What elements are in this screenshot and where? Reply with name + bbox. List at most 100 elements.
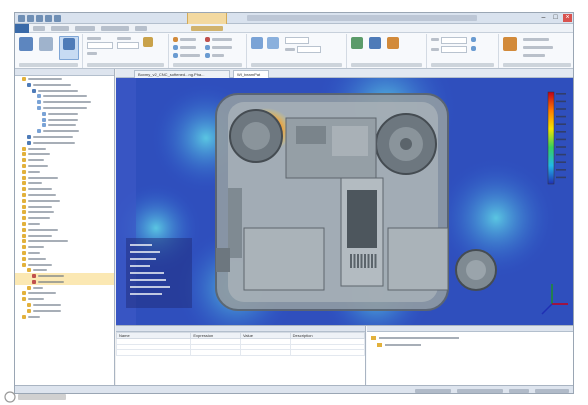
tree-item-icon [27, 308, 31, 313]
window-controls: – □ × [539, 14, 572, 22]
folder-icon [371, 336, 376, 340]
tree-item-icon [27, 134, 31, 139]
animate-icon[interactable] [143, 37, 153, 47]
option-icon[interactable] [173, 53, 178, 58]
tree-item[interactable] [15, 314, 114, 320]
option-icon[interactable] [205, 37, 210, 42]
tree-item-icon [22, 163, 26, 168]
document-tabs: Boxmy_v2_CNC_softened...ng.Pha... WI_bea… [116, 69, 573, 78]
group-label [173, 63, 242, 67]
dropdown-2[interactable] [117, 42, 139, 49]
tab-plot[interactable] [191, 26, 223, 31]
tool-icon[interactable] [503, 37, 517, 51]
option-icon[interactable] [173, 45, 178, 50]
tree-item-label [28, 292, 56, 295]
tree-item-label [28, 240, 68, 243]
tree-item-icon [22, 250, 26, 255]
table-row[interactable] [115, 349, 366, 356]
result-tools-context-tab[interactable] [187, 13, 227, 24]
progress-panel [367, 326, 573, 386]
tree-item-icon [42, 111, 46, 116]
tab-home[interactable] [33, 26, 45, 31]
tree-item-icon [22, 262, 26, 267]
maximize-icon[interactable]: □ [551, 14, 560, 22]
undo-icon[interactable] [36, 15, 43, 22]
tree-item-label [48, 118, 78, 121]
cutting-plane-icon[interactable] [267, 37, 279, 49]
tree-item-label [28, 170, 40, 173]
tree-item-icon [22, 192, 26, 197]
tree-item-icon [22, 146, 26, 151]
sectional-view-group [247, 34, 347, 68]
tab-4[interactable] [101, 26, 129, 31]
tree-item-label [33, 83, 71, 86]
plane-position-field[interactable] [297, 46, 321, 53]
tree-item-icon [22, 158, 26, 163]
tree-item-label [28, 246, 44, 249]
watermark [4, 391, 66, 403]
group-label [251, 63, 342, 67]
field-plot [116, 78, 573, 325]
field-on-plane-icon[interactable] [251, 37, 263, 49]
group-label [87, 63, 164, 67]
tree-item-icon [22, 297, 26, 302]
tree-item-icon [27, 285, 31, 290]
results-icon[interactable] [39, 37, 53, 51]
window-title [247, 15, 477, 21]
tree-item-icon [37, 129, 41, 134]
3d-viewport[interactable] [116, 78, 573, 325]
option-icon[interactable] [173, 37, 178, 42]
app-logo-icon [18, 15, 25, 22]
tree-item-icon [32, 274, 36, 279]
dropdown-1[interactable] [87, 42, 113, 49]
tree-item-label [28, 153, 50, 156]
tree-item-icon [32, 279, 36, 284]
tree-item-label [28, 159, 44, 162]
tree-item-label [28, 78, 62, 80]
tree-item-label [33, 304, 61, 307]
tab-5[interactable] [135, 26, 147, 31]
group-label [351, 63, 422, 67]
quick-access-toolbar [18, 15, 61, 22]
option-icon[interactable] [205, 45, 210, 50]
max-field[interactable] [441, 37, 467, 44]
tree-item-label [28, 176, 58, 179]
tree-item-label [28, 315, 40, 318]
file-tab[interactable] [15, 24, 29, 33]
special-scaling-icon[interactable] [387, 37, 399, 49]
tree-item-icon [32, 88, 36, 93]
plane-dropdown[interactable] [285, 37, 309, 44]
redo-icon[interactable] [45, 15, 52, 22]
min-field[interactable] [441, 46, 467, 53]
tree-item-label [28, 257, 46, 260]
document-tab-model[interactable]: Boxmy_v2_CNC_softened...ng.Pha... [134, 70, 230, 78]
document-tab-beam-pattern[interactable]: WI_beamPat [233, 70, 269, 78]
tree-item-label [48, 124, 76, 127]
tree-item-icon [22, 77, 26, 81]
tree-item-label [28, 147, 46, 150]
tree-item-icon [22, 187, 26, 192]
tab-2[interactable] [51, 26, 69, 31]
properties-icon[interactable] [19, 37, 33, 51]
tree-item-label [28, 298, 44, 301]
open-icon[interactable] [54, 15, 61, 22]
close-icon[interactable]: × [563, 14, 572, 22]
save-icon[interactable] [27, 15, 34, 22]
tree-item-icon [22, 169, 26, 174]
ribbon-group-2 [83, 34, 169, 68]
smart-scaling-icon[interactable] [351, 37, 363, 49]
minimize-icon[interactable]: – [539, 14, 548, 22]
navigation-tree [15, 76, 114, 319]
tree-item-icon [22, 181, 26, 186]
tree-item-icon [27, 268, 31, 273]
tree-item-label [43, 95, 87, 98]
group-label [503, 63, 571, 67]
tree-item-label [38, 89, 78, 92]
tree-item-icon [22, 256, 26, 261]
option-icon[interactable] [205, 53, 210, 58]
tree-item-label [38, 275, 64, 278]
tab-3[interactable] [75, 26, 95, 31]
tree-item-label [28, 182, 42, 185]
reset-scaling-icon[interactable] [369, 37, 381, 49]
tree-item-icon [42, 117, 46, 122]
